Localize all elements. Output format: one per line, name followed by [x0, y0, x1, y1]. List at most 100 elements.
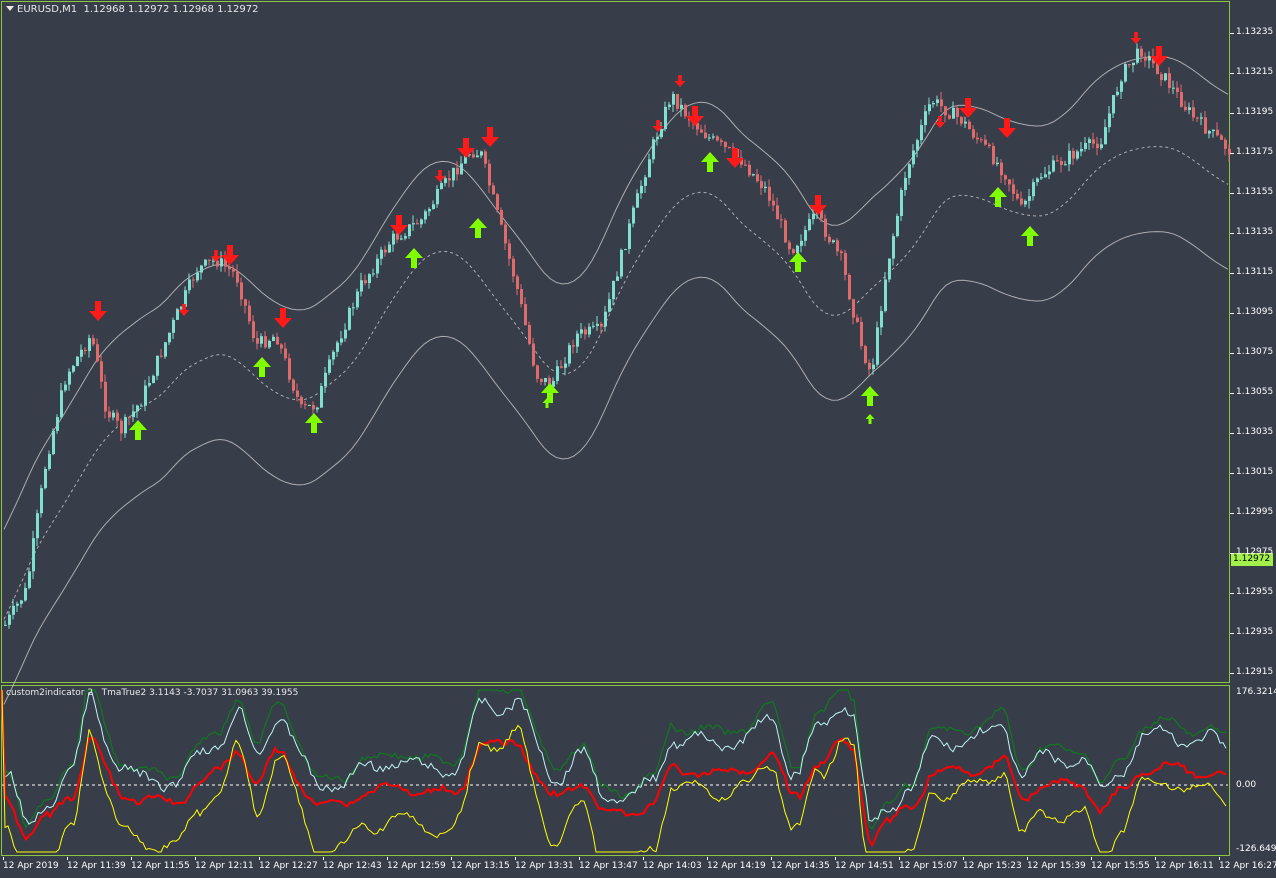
candle-body: [476, 155, 479, 158]
candle-body: [716, 136, 719, 141]
candle-body: [836, 240, 839, 252]
candle-body: [948, 115, 951, 119]
buy-arrow-icon: [405, 248, 423, 268]
candle-body: [80, 349, 83, 357]
candle-body: [1040, 177, 1043, 179]
candle-body: [148, 383, 151, 386]
candle-body: [356, 291, 359, 308]
candle-body: [852, 299, 855, 318]
time-axis-label: 12 Apr 12:11: [195, 861, 254, 871]
candle-body: [648, 159, 651, 178]
candle-body: [240, 282, 243, 300]
price-axis-tick: [1230, 353, 1234, 354]
candle-body: [544, 377, 547, 382]
candle-body: [1204, 117, 1207, 134]
candle-body: [964, 121, 967, 124]
time-axis-label: 12 Apr 12:27: [259, 861, 318, 871]
time-axis-tick: [963, 857, 964, 860]
candle-body: [808, 219, 811, 230]
candle-body: [8, 614, 11, 625]
candle-body: [604, 311, 607, 327]
candle-body: [1212, 129, 1215, 132]
price-axis-label: 1.13075: [1236, 347, 1274, 357]
candle-body: [776, 205, 779, 220]
price-axis-tick: [1230, 513, 1234, 514]
price-axis-tick: [1230, 33, 1234, 34]
candle-body: [1068, 150, 1071, 165]
candle-body: [276, 336, 279, 345]
candle-body: [60, 390, 63, 418]
candle-body: [1028, 196, 1031, 201]
candle-body: [444, 178, 447, 184]
candle-body: [764, 186, 767, 189]
sell-arrow-icon: [809, 195, 827, 215]
candle-body: [124, 417, 127, 434]
candle-body: [556, 366, 559, 381]
candle-body: [540, 378, 543, 382]
candle-body: [924, 111, 927, 126]
candle-body: [428, 208, 431, 212]
candle-body: [1116, 91, 1119, 96]
candle-body: [68, 371, 71, 385]
sell-arrow-icon: [89, 301, 107, 321]
price-axis-label: 1.13175: [1236, 147, 1274, 157]
candle-body: [780, 219, 783, 221]
candle-body: [860, 321, 863, 347]
candle-body: [64, 384, 67, 391]
indicator-yellow-line: [1, 689, 1227, 853]
candle-body: [572, 345, 575, 347]
candle-body: [1108, 113, 1111, 128]
time-axis-label: 12 Apr 15:07: [899, 861, 958, 871]
candle-body: [900, 189, 903, 216]
candle-body: [324, 372, 327, 387]
candle-body: [744, 164, 747, 166]
candle-body: [404, 236, 407, 239]
buy-arrow-icon: [789, 252, 807, 272]
candle-body: [196, 272, 199, 281]
candle-body: [876, 327, 879, 365]
indicator-scale-zero: 0.00: [1236, 780, 1257, 790]
candle-body: [1144, 56, 1147, 61]
candle-body: [1096, 143, 1099, 149]
candle-body: [844, 253, 847, 275]
candle-body: [580, 329, 583, 334]
candle-body: [216, 260, 219, 267]
candle-body: [652, 139, 655, 160]
candle-body: [108, 411, 111, 418]
price-axis-label: 1.12935: [1236, 627, 1274, 637]
tma-upper-band: [3, 56, 1229, 530]
candle-body: [1032, 182, 1035, 197]
price-axis-label: 1.12915: [1236, 667, 1274, 677]
sell-arrow-icon: [434, 170, 446, 182]
candle-body: [828, 236, 831, 243]
candle-body: [72, 365, 75, 372]
candle-body: [564, 363, 567, 368]
candle-body: [200, 265, 203, 273]
time-axis-label: 12 Apr 14:51: [835, 861, 894, 871]
candle-body: [568, 345, 571, 364]
candle-body: [380, 249, 383, 259]
candle-body: [220, 258, 223, 267]
price-axis-label: 1.13235: [1236, 27, 1274, 37]
candle-body: [644, 177, 647, 186]
price-axis-tick: [1230, 73, 1234, 74]
candle-body: [864, 346, 867, 363]
candle-body: [1184, 106, 1187, 110]
candle-body: [172, 319, 175, 333]
candle-body: [504, 224, 507, 244]
candle-body: [480, 151, 483, 156]
candle-body: [360, 280, 363, 292]
candle-body: [680, 104, 683, 109]
time-axis-tick: [1027, 857, 1028, 860]
candle-body: [140, 405, 143, 407]
candle-body: [316, 407, 319, 410]
time-axis-label: 12 Apr 11:39: [67, 861, 126, 871]
candle-body: [1208, 131, 1211, 134]
dropdown-triangle-icon[interactable]: [6, 6, 14, 11]
candle-body: [1072, 150, 1075, 159]
candle-body: [928, 104, 931, 112]
candle-body: [1048, 171, 1051, 175]
candle-body: [712, 136, 715, 138]
candle-body: [1224, 139, 1227, 149]
candle-body: [28, 571, 31, 588]
